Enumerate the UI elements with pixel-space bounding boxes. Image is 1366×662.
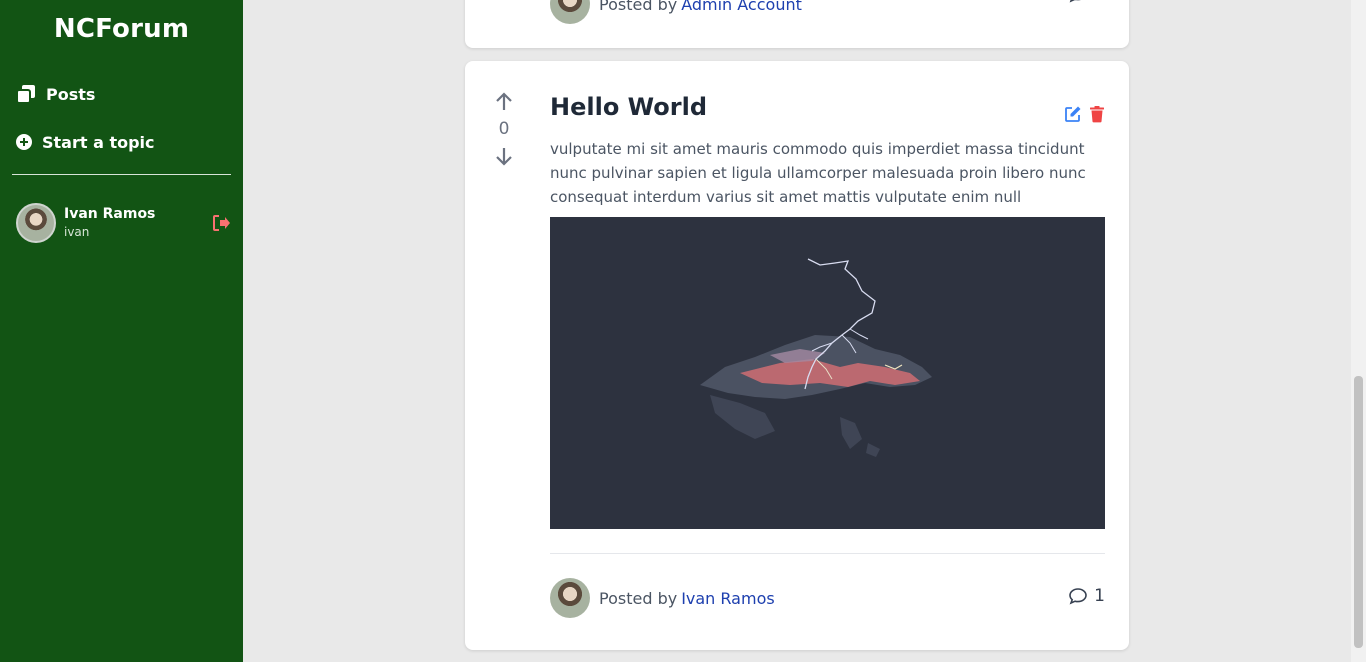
nav-item-label: Posts [46, 84, 96, 104]
comment-icon [1069, 588, 1087, 605]
sidebar-divider [12, 174, 231, 175]
vote-controls: 0 [489, 91, 519, 167]
avatar[interactable] [550, 578, 590, 618]
post-card: 0 Hello World vulputate mi sit amet maur… [465, 61, 1129, 650]
post-image [550, 217, 1105, 529]
scrollbar-thumb[interactable] [1354, 376, 1363, 648]
trash-icon[interactable] [1088, 105, 1106, 123]
post-title[interactable]: Hello World [550, 93, 707, 121]
author-link[interactable]: Admin Account [681, 0, 802, 14]
plus-circle-icon [16, 134, 32, 150]
sidebar: NCForum Posts Start a topic Ivan Ramos i… [0, 0, 243, 662]
post-footer: Posted by Ivan Ramos [550, 578, 775, 618]
edit-icon[interactable] [1064, 105, 1082, 123]
logout-icon[interactable] [211, 213, 231, 233]
nav-item-posts[interactable]: Posts [0, 82, 95, 106]
copy-icon [16, 85, 35, 104]
vote-count: 0 [498, 119, 510, 139]
posted-by-label: Posted by [599, 0, 678, 14]
brand-logo[interactable]: NCForum [0, 0, 243, 44]
arrow-up-icon[interactable] [493, 91, 515, 113]
post-body: vulputate mi sit amet mauris commodo qui… [550, 140, 1086, 206]
lightning-storm-image [700, 258, 932, 457]
user-handle: ivan [64, 225, 90, 239]
comment-count-value: 1 [1094, 586, 1105, 606]
post-footer: Posted by Admin Account [550, 0, 802, 24]
arrow-down-icon[interactable] [493, 145, 515, 167]
comment-icon [1069, 0, 1081, 3]
avatar[interactable] [550, 0, 590, 24]
comment-count[interactable]: 0 [1068, 0, 1105, 4]
post-actions [1064, 105, 1106, 123]
comment-count-value: 0 [1094, 0, 1105, 4]
user-name: Ivan Ramos [64, 206, 156, 222]
comment-count[interactable]: 1 [1068, 586, 1105, 606]
post-divider [550, 553, 1105, 554]
posted-by-label: Posted by [599, 588, 678, 608]
author-link[interactable]: Ivan Ramos [681, 589, 775, 608]
avatar[interactable] [16, 203, 56, 243]
user-profile: Ivan Ramos ivan [16, 203, 231, 243]
post-card-previous: Posted by Admin Account 0 [465, 0, 1129, 48]
nav-item-start-topic[interactable]: Start a topic [0, 130, 155, 154]
nav-item-label: Start a topic [42, 132, 155, 152]
page-scrollbar[interactable] [1351, 0, 1366, 662]
